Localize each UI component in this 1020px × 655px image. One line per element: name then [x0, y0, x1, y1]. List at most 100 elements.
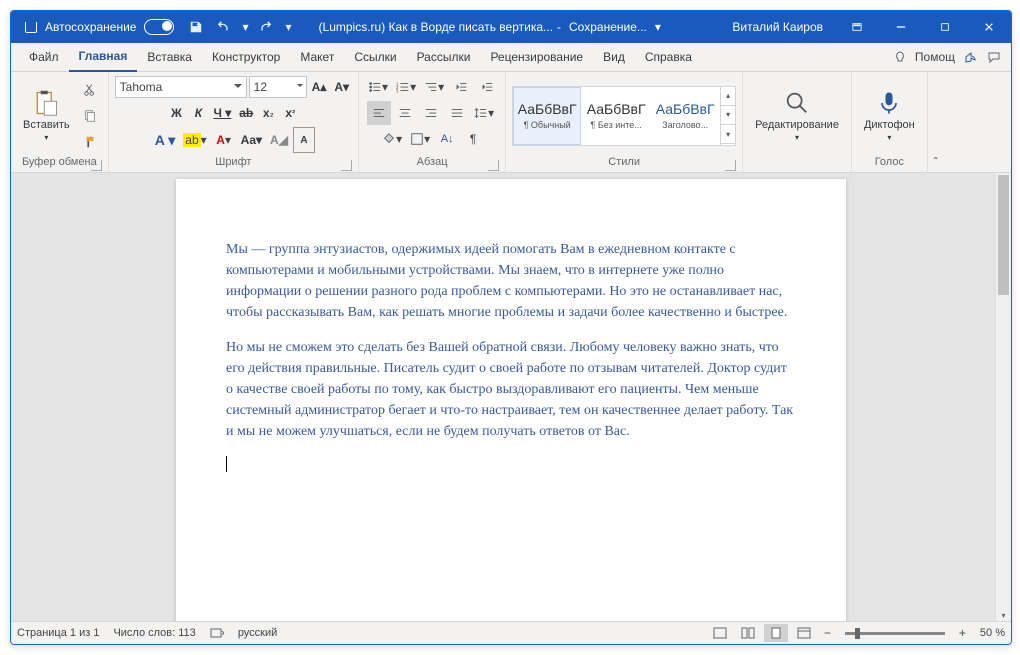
clipboard-dialog-launcher[interactable]	[91, 160, 102, 171]
styles-dialog-launcher[interactable]	[725, 160, 736, 171]
undo-dropdown-icon[interactable]: ▾	[242, 20, 248, 34]
tab-insert[interactable]: Вставка	[137, 43, 202, 71]
styles-expand-button[interactable]: ▾	[721, 125, 735, 144]
clear-format-button[interactable]: A◢	[267, 128, 291, 152]
svg-text:3: 3	[396, 88, 399, 93]
dictate-label: Диктофон	[864, 119, 915, 131]
vertical-scrollbar[interactable]: ▴ ▾	[995, 173, 1011, 622]
change-case-button[interactable]: Aa▾	[238, 128, 265, 152]
bold-button[interactable]: Ж	[166, 101, 186, 125]
paragraph-2[interactable]: Но мы не сможем это сделать без Вашей об…	[226, 337, 796, 442]
page-count[interactable]: Страница 1 из 1	[17, 627, 99, 639]
styles-down-button[interactable]: ▾	[721, 106, 735, 125]
style-no-spacing[interactable]: АаБбВвГ¶ Без инте...	[582, 87, 650, 145]
editing-button[interactable]: Редактирование ▾	[749, 79, 845, 153]
copy-button[interactable]	[78, 104, 102, 128]
maximize-button[interactable]	[923, 11, 967, 43]
decrease-indent-button[interactable]	[449, 75, 473, 99]
ribbon-display-button[interactable]	[835, 11, 879, 43]
group-voice: Диктофон ▾ Голос	[852, 72, 928, 172]
tab-help[interactable]: Справка	[635, 43, 702, 71]
page[interactable]: Мы — группа энтузиастов, одержимых идеей…	[176, 179, 846, 622]
autosave-label: Автосохранение	[45, 20, 136, 34]
autosave-toggle[interactable]	[144, 19, 174, 35]
subscript-button[interactable]: x₂	[258, 101, 278, 125]
strikethrough-button[interactable]: ab	[236, 101, 256, 125]
sort-button[interactable]: А↓	[435, 127, 459, 151]
paragraph-group-label: Абзац	[417, 156, 448, 168]
zoom-out-button[interactable]: −	[820, 626, 835, 640]
scroll-down-button[interactable]: ▾	[996, 608, 1011, 622]
qat-customize-button[interactable]: ▾	[279, 11, 299, 43]
share-button[interactable]	[961, 49, 979, 65]
word-count[interactable]: Число слов: 113	[113, 627, 195, 639]
align-right-button[interactable]	[419, 101, 443, 125]
styles-up-button[interactable]: ▴	[721, 87, 735, 106]
title-separator: -	[557, 20, 561, 34]
font-size-select[interactable]: 12	[249, 76, 307, 98]
undo-button[interactable]	[210, 11, 238, 43]
group-styles: АаБбВвГ¶ Обычный АаБбВвГ¶ Без инте... Аа…	[506, 72, 743, 172]
save-button[interactable]	[182, 11, 210, 43]
align-justify-button[interactable]	[445, 101, 469, 125]
shrink-font-button[interactable]: A▾	[331, 75, 352, 99]
bullets-button[interactable]: ▾	[365, 75, 391, 99]
phonetic-button[interactable]: A	[293, 127, 315, 153]
increase-indent-button[interactable]	[475, 75, 499, 99]
borders-button[interactable]: ▾	[407, 127, 433, 151]
collapse-ribbon-button[interactable]: ˆ	[928, 72, 944, 172]
minimize-button[interactable]	[879, 11, 923, 43]
tab-design[interactable]: Конструктор	[202, 43, 290, 71]
language-button[interactable]: русский	[238, 627, 277, 639]
tab-view[interactable]: Вид	[593, 43, 635, 71]
zoom-slider-thumb[interactable]	[855, 628, 860, 639]
tab-home[interactable]: Главная	[69, 42, 138, 72]
numbering-button[interactable]: 123▾	[393, 75, 419, 99]
paste-button[interactable]: Вставить ▾	[17, 79, 76, 153]
tell-me-icon[interactable]	[891, 49, 909, 65]
underline-button[interactable]: Ч ▾	[210, 101, 234, 125]
zoom-slider[interactable]	[845, 632, 945, 635]
highlight-button[interactable]: ab▾	[180, 128, 209, 152]
comments-button[interactable]	[985, 49, 1003, 65]
zoom-level[interactable]: 50 %	[980, 627, 1005, 639]
line-spacing-button[interactable]: ▾	[471, 101, 497, 125]
text-effects-button[interactable]: A ▾	[152, 128, 179, 152]
zoom-in-button[interactable]: +	[955, 626, 970, 640]
close-button[interactable]	[967, 11, 1011, 43]
shading-button[interactable]: ▾	[379, 127, 405, 151]
ribbon: Вставить ▾ Буфер обмена Tahoma 12 A▴ A▾	[11, 72, 1011, 173]
italic-button[interactable]: К	[188, 101, 208, 125]
tab-layout[interactable]: Макет	[290, 43, 344, 71]
paragraph-dialog-launcher[interactable]	[488, 160, 499, 171]
superscript-button[interactable]: x²	[280, 101, 300, 125]
read-view-button[interactable]	[736, 624, 760, 642]
tab-file[interactable]: Файл	[19, 43, 69, 71]
tab-review[interactable]: Рецензирование	[480, 43, 593, 71]
title-dropdown-icon[interactable]: ▾	[655, 20, 661, 34]
font-color-button[interactable]: A▾	[212, 128, 236, 152]
proofing-button[interactable]	[210, 626, 224, 640]
dictate-button[interactable]: Диктофон ▾	[858, 79, 921, 153]
format-painter-button[interactable]	[78, 130, 102, 154]
tab-mailings[interactable]: Рассылки	[407, 43, 481, 71]
scroll-thumb[interactable]	[998, 175, 1009, 295]
redo-button[interactable]	[251, 11, 279, 43]
print-layout-button[interactable]	[764, 624, 788, 642]
align-left-button[interactable]	[367, 101, 391, 125]
tell-me-label[interactable]: Помощ	[915, 50, 955, 64]
user-name[interactable]: Виталий Каиров	[726, 20, 835, 34]
tab-references[interactable]: Ссылки	[344, 43, 406, 71]
cut-button[interactable]	[78, 78, 102, 102]
font-dialog-launcher[interactable]	[341, 160, 352, 171]
style-heading[interactable]: АаБбВвГЗаголово...	[651, 87, 719, 145]
grow-font-button[interactable]: A▴	[309, 75, 330, 99]
style-normal[interactable]: АаБбВвГ¶ Обычный	[513, 87, 581, 145]
show-marks-button[interactable]: ¶	[461, 127, 485, 151]
multilevel-button[interactable]: ▾	[421, 75, 447, 99]
focus-view-button[interactable]	[708, 624, 732, 642]
web-layout-button[interactable]	[792, 624, 816, 642]
align-center-button[interactable]	[393, 101, 417, 125]
font-name-select[interactable]: Tahoma	[115, 76, 247, 98]
paragraph-1[interactable]: Мы — группа энтузиастов, одержимых идеей…	[226, 239, 796, 323]
